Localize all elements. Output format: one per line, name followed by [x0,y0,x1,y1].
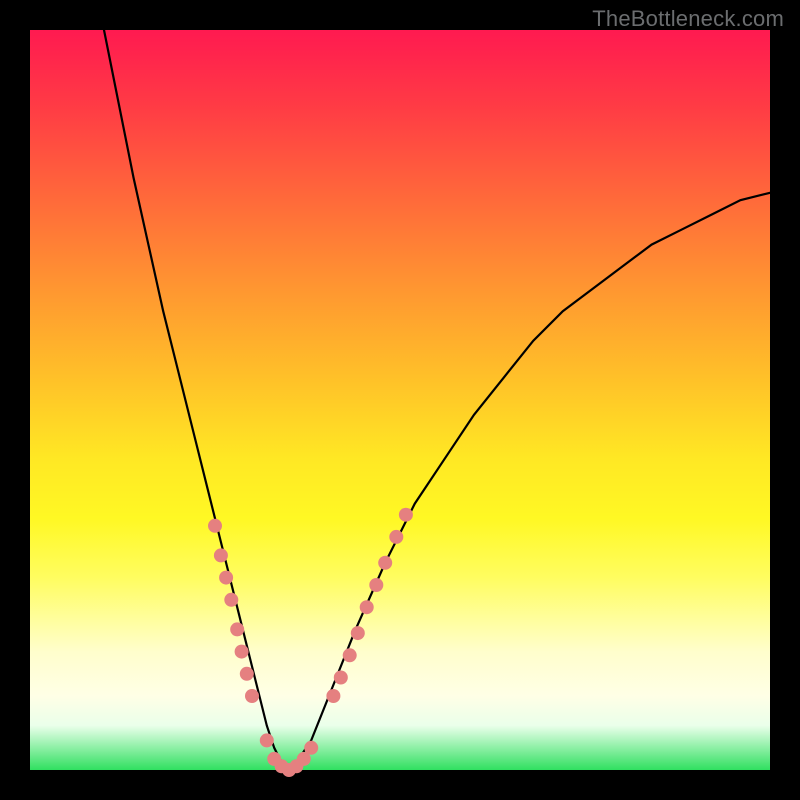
highlight-markers [208,508,413,777]
highlight-point [378,556,392,570]
highlight-point [334,671,348,685]
highlight-point [369,578,383,592]
highlight-point [343,648,357,662]
highlight-point [240,667,254,681]
highlight-point [389,530,403,544]
highlight-point [208,519,222,533]
highlight-point [351,626,365,640]
highlight-point [214,548,228,562]
bottleneck-chart [30,30,770,770]
highlight-point [326,689,340,703]
highlight-point [219,571,233,585]
watermark-text: TheBottleneck.com [592,6,784,32]
highlight-point [224,593,238,607]
highlight-point [235,645,249,659]
highlight-point [360,600,374,614]
highlight-point [245,689,259,703]
highlight-point [399,508,413,522]
highlight-point [230,622,244,636]
highlight-point [304,741,318,755]
highlight-point [260,733,274,747]
bottleneck-curve [104,30,770,770]
